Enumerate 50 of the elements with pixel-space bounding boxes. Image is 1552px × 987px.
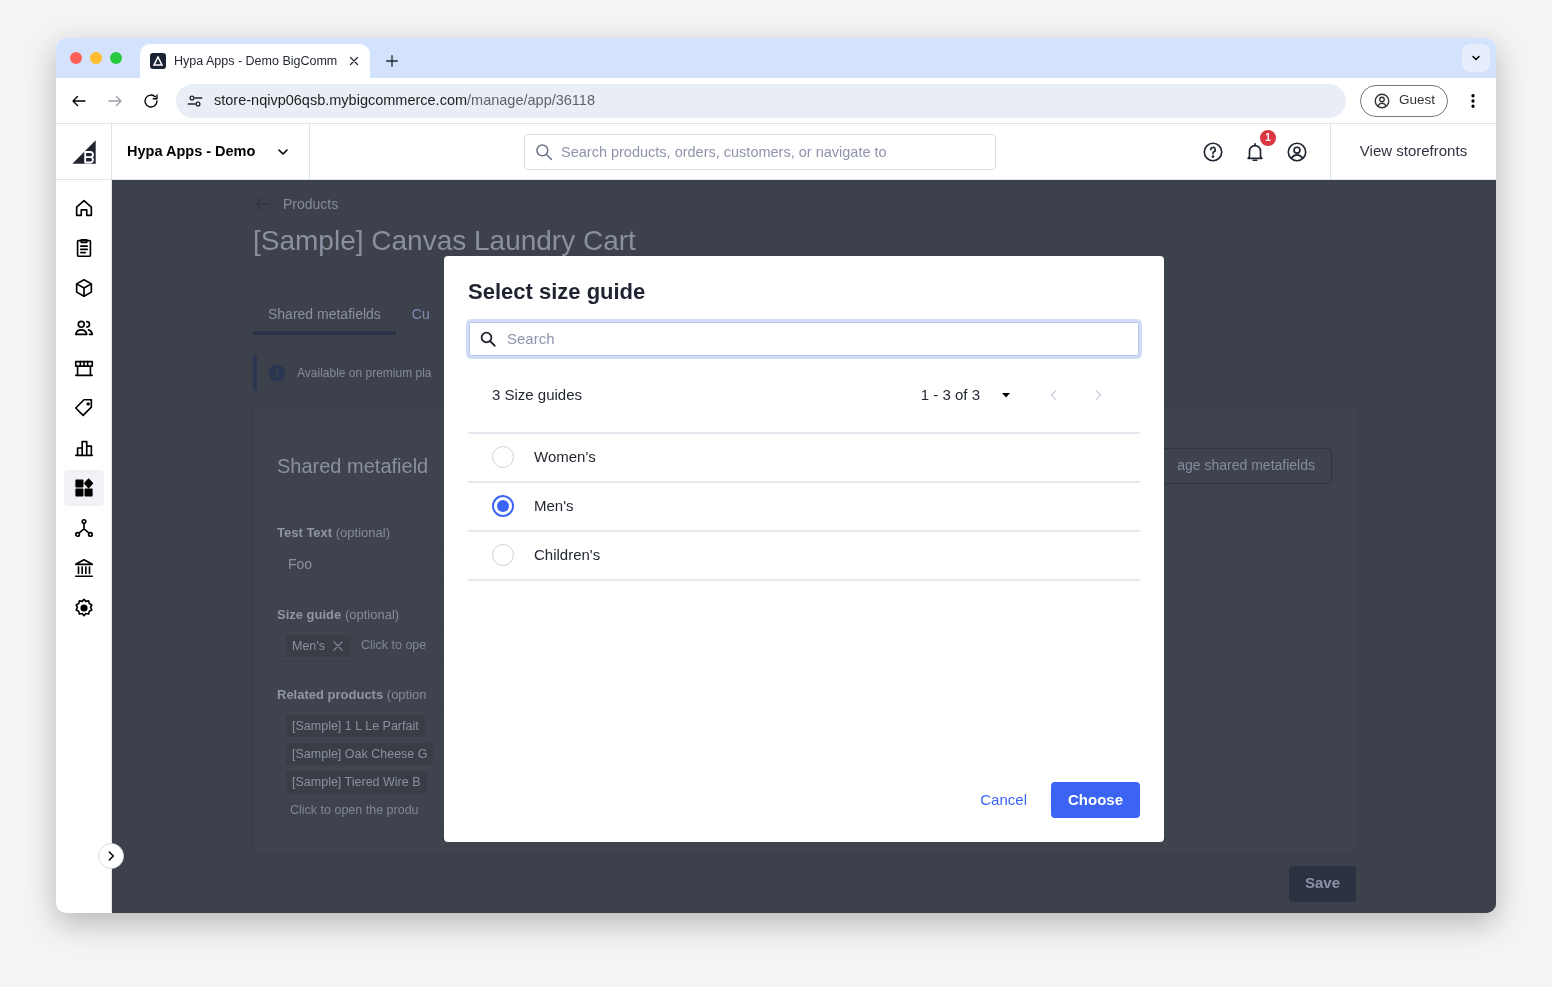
- choose-button[interactable]: Choose: [1051, 782, 1140, 818]
- bell-icon[interactable]: [1244, 141, 1266, 164]
- option-label[interactable]: Women's: [534, 445, 596, 469]
- reload-icon[interactable]: [142, 91, 160, 110]
- plus-icon[interactable]: [384, 53, 400, 69]
- field-placeholder: Click to open the produ: [289, 801, 420, 819]
- network-icon: [72, 517, 95, 539]
- remove-icon[interactable]: [330, 638, 345, 653]
- profile-button[interactable]: Guest: [1359, 84, 1448, 117]
- field-placeholder: Click to ope: [360, 637, 427, 655]
- notification-badge: 1: [1260, 129, 1276, 146]
- tab-title: Hypa Apps - Demo BigComm: [174, 52, 339, 70]
- radio-button[interactable]: [492, 495, 514, 518]
- dialog-title: Select size guide: [468, 278, 647, 306]
- field-label: Test Text (optional): [277, 523, 391, 542]
- browser-tab[interactable]: Hypa Apps - Demo BigComm: [140, 44, 370, 78]
- site-favicon: [150, 53, 166, 69]
- search-icon: [479, 329, 497, 348]
- search-field[interactable]: Search: [466, 318, 1142, 359]
- bank-icon: [72, 557, 95, 579]
- page-range: 1 - 3 of 3: [920, 384, 980, 405]
- search-field[interactable]: Search products, orders, customers, or navigate to: [524, 134, 996, 170]
- url-text: store-nqivp06qsb.mybigcommerce.com/manage/app/36118: [214, 90, 595, 110]
- expand-sidebar-button[interactable]: [98, 843, 124, 869]
- save-button[interactable]: Save: [1289, 865, 1356, 902]
- close-icon[interactable]: [348, 55, 360, 67]
- account-icon[interactable]: [1286, 140, 1308, 163]
- field-label: Related products (option: [277, 685, 428, 704]
- search-icon: [534, 142, 554, 162]
- product-chip: [Sample] Tiered Wire B: [286, 770, 427, 793]
- option-label[interactable]: Children's: [534, 543, 601, 567]
- option-label[interactable]: Men's: [534, 494, 574, 518]
- results-count: 3 Size guides: [492, 384, 583, 405]
- tag-icon: [72, 397, 95, 419]
- page-title: [Sample] Canvas Laundry Cart: [253, 227, 637, 255]
- card-title: Shared metafield: [277, 453, 429, 479]
- user-icon: [1372, 91, 1391, 110]
- cancel-button[interactable]: Cancel: [968, 782, 1039, 818]
- product-chip: [Sample] Oak Cheese G: [286, 742, 434, 765]
- logo-icon[interactable]: [69, 137, 98, 166]
- help-icon[interactable]: [1202, 140, 1224, 163]
- address-bar[interactable]: store-nqivp06qsb.mybigcommerce.com/manage/app/36118: [176, 83, 1346, 118]
- settings-icon: [72, 597, 95, 619]
- product-chip: [Sample] 1 L Le Parfait: [286, 714, 425, 737]
- apps-icon: [72, 477, 95, 499]
- tag-chip: Men's: [286, 634, 351, 657]
- sidebar-item[interactable]: [63, 470, 104, 506]
- notice-text: Available on premium pla: [297, 364, 432, 382]
- view-storefronts-link[interactable]: View storefronts: [1359, 140, 1468, 163]
- field-label: Size guide (optional): [277, 605, 401, 624]
